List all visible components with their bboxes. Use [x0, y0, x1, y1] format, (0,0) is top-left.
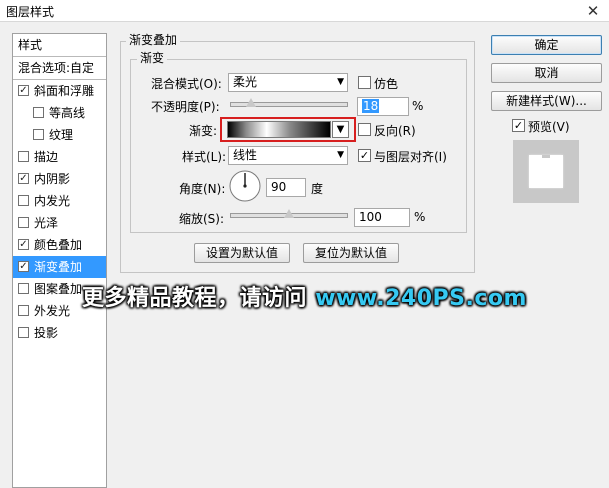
opacity-unit: % [412, 99, 424, 113]
sidebar-item-label: 描边 [34, 150, 59, 164]
make-default-button[interactable]: 设置为默认值 [194, 243, 290, 263]
sidebar-item-gradient-overlay[interactable]: ✓ 渐变叠加 [13, 256, 106, 278]
blending-options-header[interactable]: 混合选项:自定 [13, 57, 106, 79]
scale-input[interactable]: 100 [354, 208, 410, 227]
sidebar-checkbox[interactable]: ✓ [18, 85, 29, 96]
angle-unit: 度 [311, 182, 324, 196]
blend-mode-value: 柔光 [233, 75, 258, 89]
styles-header[interactable]: 样式 [13, 34, 106, 56]
new-style-button[interactable]: 新建样式(W)... [491, 91, 602, 111]
reverse-label: 反向(R) [374, 124, 416, 138]
scale-label: 缩放(S): [179, 212, 225, 226]
sidebar-item-label: 光泽 [34, 216, 59, 230]
cancel-button[interactable]: 取消 [491, 63, 602, 83]
dither-checkbox[interactable] [358, 76, 371, 89]
ok-button[interactable]: 确定 [491, 35, 602, 55]
title-bar: 图层样式 ✕ [0, 0, 609, 22]
sidebar-checkbox[interactable]: ✓ [18, 239, 29, 250]
reverse-checkbox[interactable] [358, 123, 371, 136]
angle-dial[interactable] [229, 170, 261, 202]
align-label: 与图层对齐(I) [374, 150, 447, 164]
sidebar-item-label: 颜色叠加 [34, 238, 83, 252]
sidebar-item-label: 外发光 [34, 304, 71, 318]
sidebar-item-color-overlay[interactable]: ✓ 颜色叠加 [13, 234, 106, 256]
chevron-down-icon: ▼ [337, 150, 344, 160]
sidebar-item-label: 内阴影 [34, 172, 71, 186]
dither-label: 仿色 [374, 77, 399, 91]
sidebar-item-texture[interactable]: 纹理 [13, 124, 106, 146]
sidebar-item-contour[interactable]: 等高线 [13, 102, 106, 124]
sidebar-item-label: 渐变叠加 [34, 260, 83, 274]
style-select[interactable]: 线性 ▼ [228, 146, 348, 165]
sidebar-checkbox[interactable] [18, 327, 29, 338]
chevron-down-icon: ▼ [337, 77, 344, 87]
style-value: 线性 [233, 148, 258, 162]
sidebar-item-drop-shadow[interactable]: 投影 [13, 322, 106, 344]
opacity-slider-thumb[interactable] [246, 98, 257, 107]
close-icon[interactable]: ✕ [582, 2, 604, 20]
sidebar-checkbox[interactable]: ✓ [18, 173, 29, 184]
sidebar-item-label: 图案叠加 [34, 282, 83, 296]
sidebar-checkbox[interactable] [18, 195, 29, 206]
window-title: 图层样式 [6, 5, 55, 19]
angle-input[interactable]: 90 [266, 178, 306, 197]
preview-swatch [529, 155, 563, 188]
sidebar-checkbox[interactable] [18, 305, 29, 316]
angle-label: 角度(N): [179, 182, 226, 196]
style-list: 样式 混合选项:自定 ✓ 斜面和浮雕等高线纹理描边 ✓ 内阴影内发光光泽 ✓ 颜色叠加 ✓ 渐… [12, 33, 107, 488]
sidebar-item-inner-shadow[interactable]: ✓ 内阴影 [13, 168, 106, 190]
sidebar-item-inner-glow[interactable]: 内发光 [13, 190, 106, 212]
preview-checkbox[interactable]: ✓ [512, 119, 525, 132]
sidebar-checkbox[interactable] [18, 283, 29, 294]
preview-label: 预览(V) [528, 120, 570, 134]
gradient-label: 渐变: [189, 124, 218, 138]
sidebar-checkbox[interactable]: ✓ [18, 261, 29, 272]
sidebar-checkbox[interactable] [18, 217, 29, 228]
preview-notch [542, 155, 550, 158]
group-title: 渐变叠加 [126, 33, 181, 47]
opacity-input[interactable]: 18 [357, 97, 409, 116]
angle-dial-icon [229, 170, 261, 202]
blend-mode-label: 混合模式(O): [151, 77, 222, 91]
scale-slider-thumb[interactable] [284, 209, 294, 218]
sidebar-item-label: 斜面和浮雕 [34, 84, 95, 98]
scale-unit: % [414, 210, 426, 224]
sidebar-item-label: 纹理 [49, 128, 74, 142]
watermark: 更多精品教程，请访问 www.240PS.com [82, 280, 527, 312]
sidebar-item-stroke[interactable]: 描边 [13, 146, 106, 168]
chevron-down-icon[interactable]: ▼ [332, 121, 349, 138]
sidebar-item-label: 内发光 [34, 194, 71, 208]
gradient-swatch[interactable] [227, 121, 331, 138]
blend-mode-select[interactable]: 柔光 ▼ [228, 73, 348, 92]
sidebar-checkbox[interactable] [33, 129, 44, 140]
sidebar-item-satin[interactable]: 光泽 [13, 212, 106, 234]
subgroup-title: 渐变 [137, 51, 168, 65]
watermark-text: 更多精品教程，请访问 [82, 286, 308, 311]
watermark-url: www.240PS.com [315, 286, 527, 311]
scale-value: 100 [359, 210, 382, 224]
style-label: 样式(L): [182, 150, 227, 164]
sidebar-item-label: 等高线 [49, 106, 86, 120]
opacity-label: 不透明度(P): [151, 100, 220, 114]
angle-value: 90 [271, 180, 287, 194]
style-preview [513, 140, 579, 203]
sidebar-item-label: 投影 [34, 326, 59, 340]
reset-default-button[interactable]: 复位为默认值 [303, 243, 399, 263]
sidebar-item-bevel-emboss[interactable]: ✓ 斜面和浮雕 [13, 80, 106, 102]
opacity-value: 18 [362, 99, 380, 113]
sidebar-checkbox[interactable] [33, 107, 44, 118]
sidebar-checkbox[interactable] [18, 151, 29, 162]
align-checkbox[interactable]: ✓ [358, 149, 371, 162]
